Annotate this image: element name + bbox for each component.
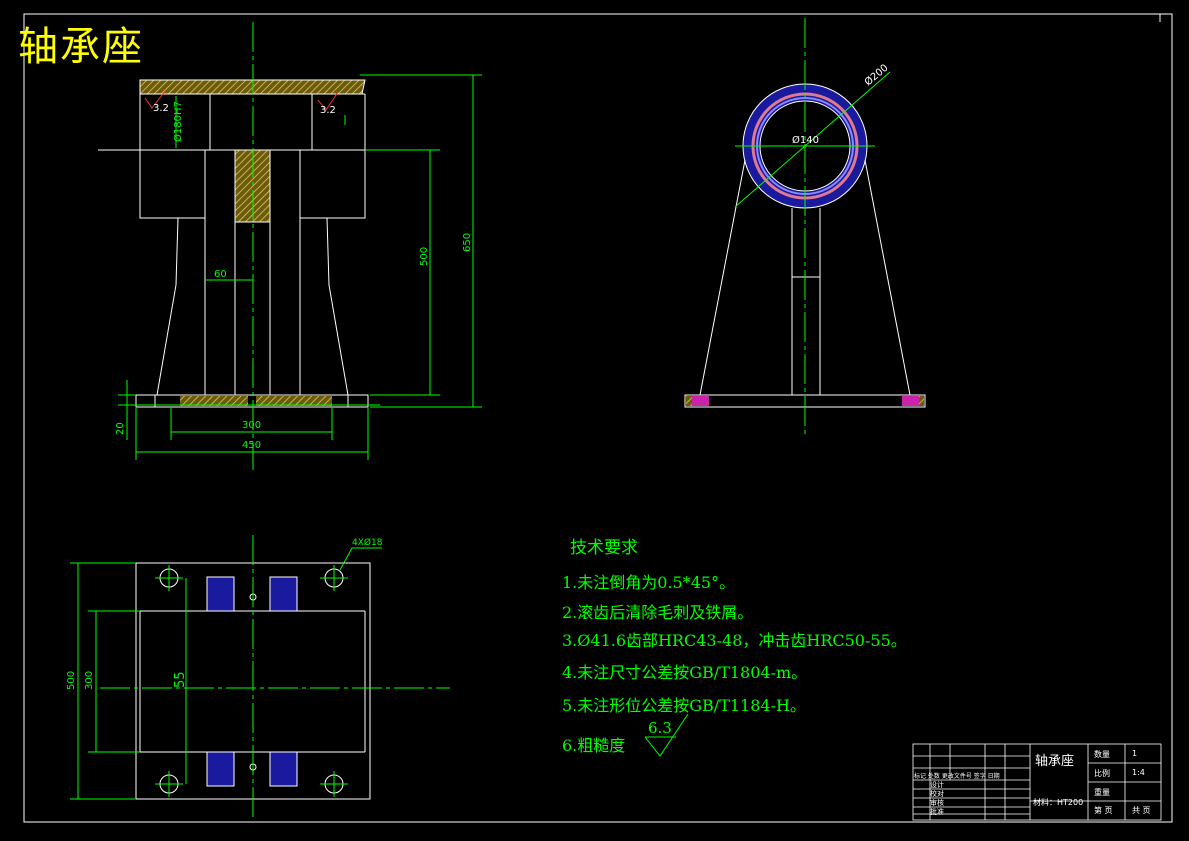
base-slot-left: [692, 396, 709, 406]
plan-rib-tr: [269, 576, 298, 612]
title-block-row-approve: 批准: [930, 808, 944, 816]
dim-20-label: 20: [115, 422, 126, 435]
tech-item-4: 4.未注尺寸公差按GB/T1804-m。: [562, 663, 808, 682]
bore: [209, 93, 313, 151]
sheet-title: 轴承座: [18, 24, 144, 70]
title-block-total-label: 共 页: [1132, 806, 1151, 815]
dim-450-label: 450: [242, 440, 261, 451]
tech-item-1: 1.未注倒角为0.5*45°。: [562, 573, 736, 592]
dim-plan-500-label: 500: [66, 671, 77, 690]
base-slot-right: [902, 396, 919, 406]
dim-holes-label: 4XØ18: [352, 537, 383, 548]
dim-plan-300-label: 300: [84, 671, 95, 690]
tech-item-5: 5.未注形位公差按GB/T1184-H。: [562, 696, 806, 715]
tech-item-6: 6.粗糙度: [562, 736, 626, 755]
title-block-material: 材料：HT200: [1033, 798, 1084, 807]
dim-650-label: 650: [462, 233, 473, 252]
tech-requirements-title: 技术要求: [570, 538, 638, 558]
rough-right-label: 3.2: [320, 105, 336, 116]
front-view: [98, 79, 436, 408]
tech-item-3: 3.Ø41.6齿部HRC43-48，冲击齿HRC50-55。: [562, 631, 907, 650]
plan-rib-tl: [206, 576, 235, 612]
dim-300-label: 300: [242, 420, 261, 431]
title-block-weight-label: 重量: [1094, 788, 1110, 797]
right-leg: [326, 217, 349, 396]
plan-rib-br: [269, 751, 298, 787]
dim-bore-label: Ø180H7: [172, 101, 184, 142]
title-block-qty-label: 数量: [1094, 750, 1110, 759]
title-block-part-name: 轴承座: [1035, 754, 1075, 769]
title-block-scale-value: 1:4: [1132, 768, 1145, 777]
title-block-revision-headers: 标记 处数 更改文件号 签字 日期: [914, 773, 1000, 780]
title-block-qty-value: 1: [1132, 749, 1138, 758]
roughness-value: 6.3: [648, 719, 672, 737]
title-block-scale-label: 比例: [1094, 769, 1110, 778]
tech-item-2: 2.滚齿后清除毛刺及铁屑。: [562, 603, 754, 622]
side-view: Ø200 Ø140: [684, 18, 926, 435]
dim-500-label: 500: [419, 247, 430, 266]
dim-inner-label: Ø140: [792, 134, 819, 146]
rough-left-label: 3.2: [153, 103, 169, 114]
left-leg: [156, 217, 179, 396]
title-block-sheet-label: 第 页: [1094, 806, 1113, 815]
dim-60-label: 60: [214, 269, 227, 280]
dim-plan-55-label: 55: [173, 671, 188, 688]
plan-rib-bl: [206, 751, 235, 787]
plan-view: 4XØ18 500 300 55: [66, 535, 450, 820]
